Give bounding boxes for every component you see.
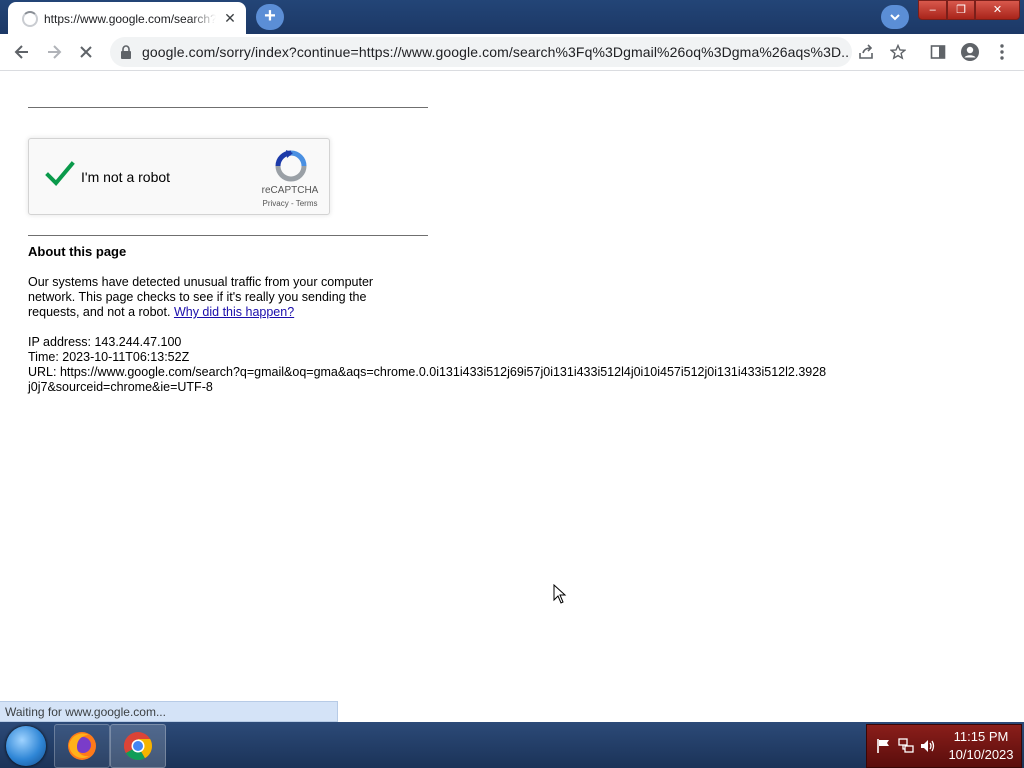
blocked-url: URL: https://www.google.com/search?q=gma… <box>28 365 827 394</box>
profile-button[interactable] <box>958 40 982 64</box>
flag-icon[interactable] <box>875 737 893 755</box>
why-link[interactable]: Why did this happen? <box>174 305 294 319</box>
share-button[interactable] <box>854 40 878 64</box>
recaptcha-label[interactable]: I'm not a robot <box>81 169 170 185</box>
taskbar: 11:15 PM 10/10/2023 <box>0 722 1024 768</box>
minimize-button[interactable]: – <box>918 0 948 20</box>
tab-search-button[interactable] <box>881 5 909 29</box>
timestamp: Time: 2023-10-11T06:13:52Z <box>28 350 190 364</box>
system-tray: 11:15 PM 10/10/2023 <box>866 724 1022 768</box>
side-panel-icon <box>930 45 946 59</box>
arrow-left-icon <box>14 45 28 59</box>
network-icon[interactable] <box>897 737 915 755</box>
clock-time[interactable]: 11:15 PM <box>945 729 1017 744</box>
tab-close-icon[interactable]: ✕ <box>222 10 238 26</box>
close-window-button[interactable]: ✕ <box>974 0 1020 20</box>
new-tab-button[interactable]: + <box>256 4 284 30</box>
stop-loading-button[interactable] <box>74 40 98 64</box>
bookmark-button[interactable] <box>886 40 910 64</box>
recaptcha-brand: reCAPTCHA <box>261 185 319 196</box>
arrow-right-icon <box>48 45 62 59</box>
volume-icon[interactable] <box>919 737 937 755</box>
chevron-down-icon <box>890 14 900 21</box>
divider <box>28 235 428 236</box>
lock-icon <box>121 45 131 59</box>
address-bar[interactable]: google.com/sorry/index?continue=https://… <box>110 37 852 67</box>
back-button[interactable] <box>10 40 34 64</box>
address-text: google.com/sorry/index?continue=https://… <box>142 44 848 60</box>
browser-toolbar: google.com/sorry/index?continue=https://… <box>0 34 1024 71</box>
chrome-icon <box>124 732 152 760</box>
loading-spinner-icon <box>22 11 38 27</box>
clock-date[interactable]: 10/10/2023 <box>945 747 1017 762</box>
checkmark-icon[interactable] <box>45 159 75 189</box>
recaptcha-widget[interactable]: I'm not a robot reCAPTCHA Privacy - Term… <box>28 138 330 215</box>
about-title: About this page <box>28 244 127 259</box>
star-icon <box>889 43 907 60</box>
divider <box>28 107 428 108</box>
ip-address: IP address: 143.244.47.100 <box>28 335 182 349</box>
menu-button[interactable] <box>990 40 1014 64</box>
close-icon <box>80 46 92 58</box>
window-controls: – ❐ ✕ <box>918 0 1020 20</box>
more-vert-icon <box>1000 44 1004 60</box>
recaptcha-logo-icon <box>275 150 307 182</box>
browser-tab[interactable]: https://www.google.com/search?q=gmail&oq… <box>8 2 246 34</box>
side-panel-button[interactable] <box>926 40 950 64</box>
firefox-icon <box>68 732 96 760</box>
maximize-button[interactable]: ❐ <box>947 0 975 20</box>
start-button[interactable] <box>6 726 46 766</box>
taskbar-chrome[interactable] <box>110 724 166 768</box>
taskbar-firefox[interactable] <box>54 724 110 768</box>
forward-button[interactable] <box>42 40 66 64</box>
mouse-cursor-icon <box>553 584 567 604</box>
profile-icon <box>961 43 979 61</box>
explanation-paragraph: Our systems have detected unusual traffi… <box>28 275 408 320</box>
tab-title: https://www.google.com/search?q=gmail&oq… <box>44 12 216 26</box>
status-bubble: Waiting for www.google.com... <box>0 701 338 722</box>
browser-titlebar: https://www.google.com/search?q=gmail&oq… <box>0 0 1024 34</box>
recaptcha-links[interactable]: Privacy - Terms <box>255 199 325 208</box>
share-icon <box>859 44 873 59</box>
